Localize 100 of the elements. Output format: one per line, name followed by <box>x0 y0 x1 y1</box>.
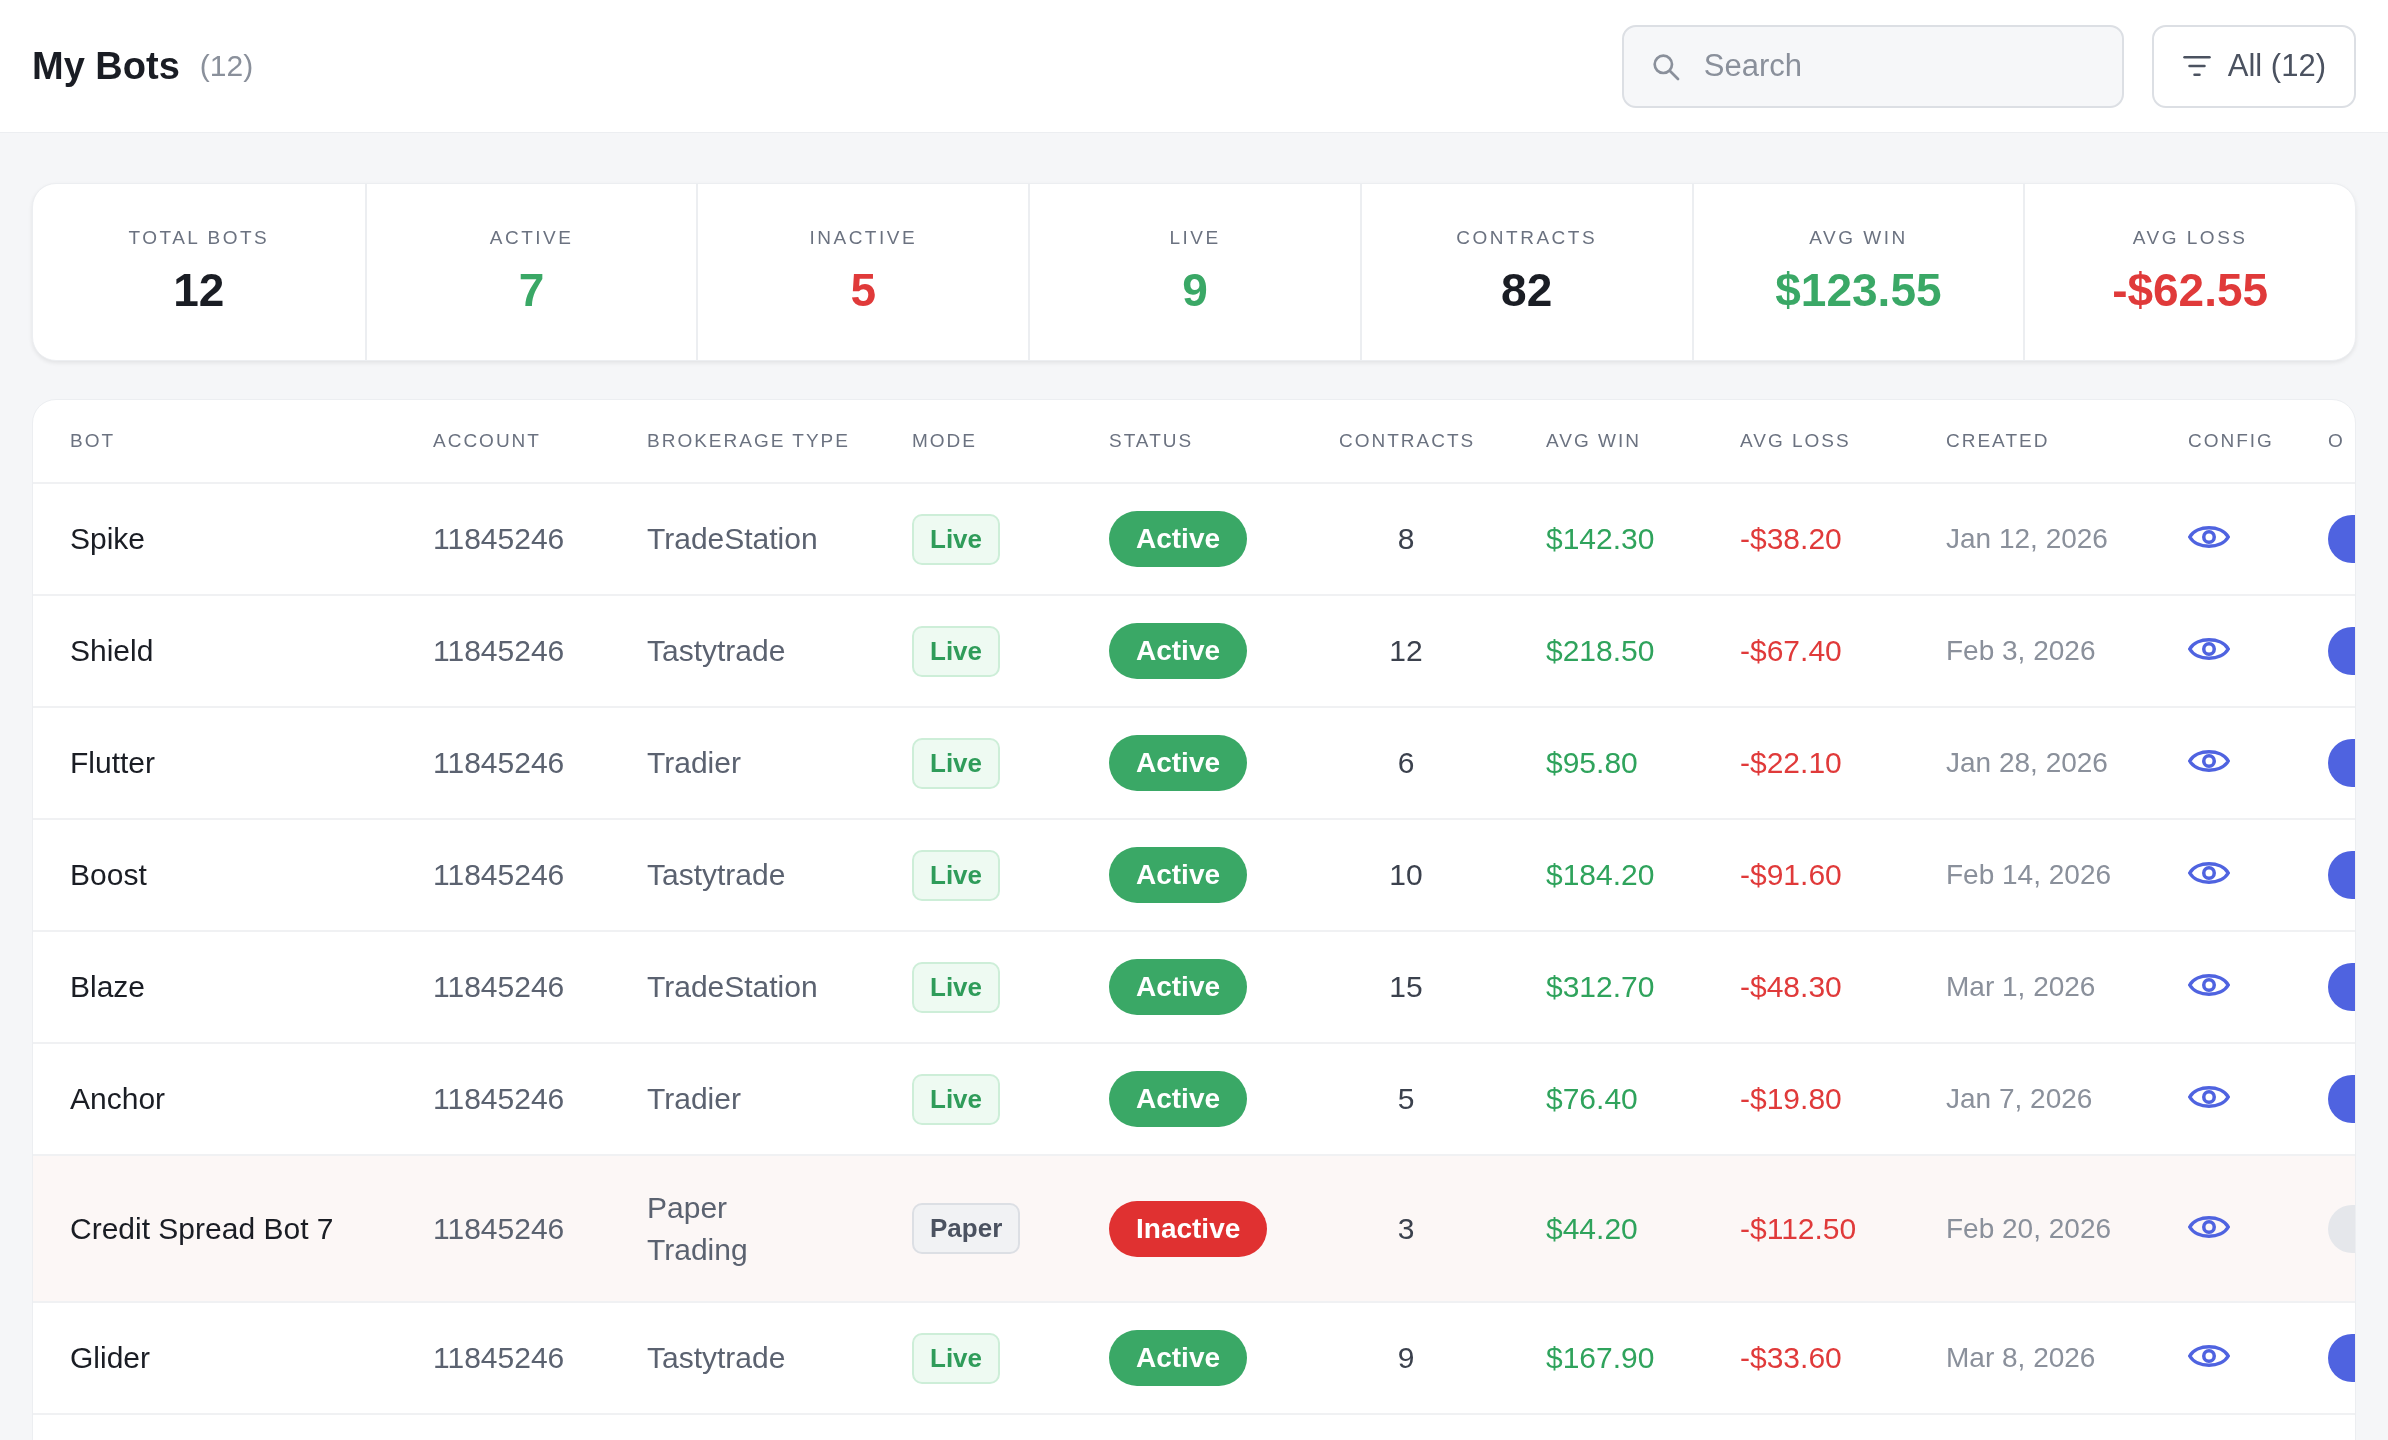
created-cell-text: Feb 20, 2026 <box>1946 1212 2113 1245</box>
search-field[interactable]: Search <box>1621 24 2124 108</box>
created-cell-text: Jan 7, 2026 <box>1946 1083 2094 1115</box>
account-cell-text: 11845246 <box>433 522 566 556</box>
contracts-cell-text: 9 <box>1396 1341 1416 1375</box>
avg-loss-cell-text: -$33.60 <box>1740 1341 1843 1375</box>
stat-label: AVG WIN <box>1809 227 1908 249</box>
column-header: AVG LOSS <box>1740 430 1852 452</box>
bot-name: Flutter <box>70 746 157 780</box>
bot-count: (12) <box>199 49 254 83</box>
bot-name: Boost <box>70 858 148 892</box>
stat-value: 5 <box>850 263 877 317</box>
brokerage-cell-text: Tastytrade <box>647 857 787 893</box>
created-cell-text: Feb 14, 2026 <box>1946 859 2113 891</box>
brokerage-cell-text: TradeStation <box>647 521 817 557</box>
status-badge: Inactive <box>1109 1200 1268 1257</box>
account-cell-text: 11845246 <box>433 746 566 780</box>
stat-value: 9 <box>1182 263 1208 317</box>
stat-label: LIVE <box>1169 227 1221 249</box>
status-badge: Active <box>1109 1071 1248 1127</box>
table-row[interactable]: Spike 11845246 TradeStation Live Active 8 $142.30 -$38.20 Jan 12, 2026 <box>33 484 2355 596</box>
stat-value: 12 <box>173 263 225 317</box>
column-header: ACCOUNT <box>433 430 542 452</box>
mode-badge: Live <box>912 1332 1001 1384</box>
avg-win-cell-text: $312.70 <box>1546 970 1656 1004</box>
brokerage-cell-text: Paper Trading <box>647 1189 749 1268</box>
mode-badge: Live <box>912 961 1001 1013</box>
column-header: BROKERAGE TYPE <box>647 430 851 452</box>
column-header: MODE <box>912 430 978 452</box>
account-cell-text: 11845246 <box>433 1211 566 1246</box>
avg-loss-cell-text: -$67.40 <box>1740 634 1843 668</box>
account-cell-text: 11845246 <box>433 858 566 892</box>
avg-loss-cell-text: -$48.30 <box>1740 970 1843 1004</box>
avg-win-cell-text: $76.40 <box>1546 1082 1639 1116</box>
bot-name: Credit Spread Bot 7 <box>70 1211 335 1246</box>
column-header: O <box>2328 430 2346 452</box>
avg-win-cell-text: $95.80 <box>1546 746 1639 780</box>
created-cell-text: Mar 1, 2026 <box>1946 971 2097 1003</box>
page-title: My Bots <box>32 44 180 88</box>
table-row[interactable]: Flutter 11845246 Tradier Live Active 6 $95.80 -$22.10 Jan 28, 2026 <box>33 708 2355 820</box>
stat-value: 82 <box>1501 263 1553 317</box>
mode-badge: Live <box>912 513 1001 565</box>
brokerage-cell-text: TradeStation <box>647 969 817 1005</box>
filter-icon <box>2181 54 2212 78</box>
mode-badge: Live <box>912 849 1001 901</box>
table-row[interactable]: Shield 11845246 Tastytrade Live Active 12 $218.50 -$67.40 Feb 3, 2026 <box>33 596 2355 708</box>
column-header: AVG WIN <box>1546 430 1642 452</box>
created-cell-text: Mar 8, 2026 <box>1946 1342 2097 1374</box>
account-cell-text: 11845246 <box>433 970 566 1004</box>
stat-value: $123.55 <box>1775 263 1942 317</box>
brokerage-cell-text: Tastytrade <box>647 633 787 669</box>
account-cell-text: 11845246 <box>433 1341 566 1375</box>
filter-button[interactable]: All (12) <box>2151 24 2356 108</box>
avg-loss-cell-text: -$22.10 <box>1740 746 1843 780</box>
stat-value: -$62.55 <box>2112 263 2269 317</box>
mode-badge: Live <box>912 625 1001 677</box>
contracts-cell-text: 6 <box>1396 746 1416 780</box>
column-header: CONTRACTS <box>1339 430 1477 452</box>
contracts-cell-text: 15 <box>1388 970 1424 1004</box>
avg-win-cell-text: $167.90 <box>1546 1341 1656 1375</box>
stat-value: 7 <box>518 263 545 317</box>
account-cell-text: 11845246 <box>433 634 566 668</box>
avg-win-cell-text: $44.20 <box>1546 1211 1639 1246</box>
bot-name: Blaze <box>70 970 147 1004</box>
created-cell-text: Feb 3, 2026 <box>1946 635 2097 667</box>
avg-loss-cell-text: -$91.60 <box>1740 858 1843 892</box>
contracts-cell-text: 8 <box>1396 522 1416 556</box>
table-row[interactable]: Glider 11845246 Tastytrade Live Active 9 $167.90 -$33.60 Mar 8, 2026 <box>33 1303 2355 1415</box>
status-badge: Active <box>1109 735 1248 791</box>
avg-win-cell-text: $184.20 <box>1546 858 1656 892</box>
created-cell-text: Jan 28, 2026 <box>1946 747 2109 779</box>
contracts-cell-text: 5 <box>1396 1082 1416 1116</box>
stat-label: CONTRACTS <box>1456 227 1598 249</box>
avg-loss-cell-text: -$38.20 <box>1740 522 1843 556</box>
avg-win-cell-text: $218.50 <box>1546 634 1656 668</box>
column-header: CONFIG <box>2188 430 2275 452</box>
stat-label: ACTIVE <box>489 227 574 249</box>
contracts-cell-text: 3 <box>1396 1211 1416 1246</box>
status-badge: Active <box>1109 511 1248 567</box>
status-badge: Active <box>1109 623 1248 679</box>
table-row[interactable]: Boost 11845246 Tastytrade Live Active 10 $184.20 -$91.60 Feb 14, 2026 <box>33 820 2355 932</box>
status-badge: Active <box>1109 847 1248 903</box>
bot-name: Glider <box>70 1341 152 1375</box>
stat-label: INACTIVE <box>809 227 918 249</box>
mode-badge: Live <box>912 1073 1001 1125</box>
avg-win-cell-text: $142.30 <box>1546 522 1656 556</box>
column-header: BOT <box>70 430 117 452</box>
contracts-cell-text: 12 <box>1388 634 1424 668</box>
stat-label: TOTAL BOTS <box>128 227 270 249</box>
bot-name: Anchor <box>70 1082 167 1116</box>
brokerage-cell-text: Tradier <box>647 745 742 781</box>
status-badge: Active <box>1109 1330 1248 1386</box>
bot-name: Shield <box>70 634 155 668</box>
account-cell-text: 11845246 <box>433 1082 566 1116</box>
status-badge: Active <box>1109 959 1248 1015</box>
mode-badge: Live <box>912 737 1001 789</box>
brokerage-cell-text: Tradier <box>647 1081 742 1117</box>
table-row[interactable]: Blaze 11845246 TradeStation Live Active 15 $312.70 -$48.30 Mar 1, 2026 <box>33 932 2355 1044</box>
contracts-cell-text: 10 <box>1388 858 1424 892</box>
column-header: CREATED <box>1946 430 2051 452</box>
